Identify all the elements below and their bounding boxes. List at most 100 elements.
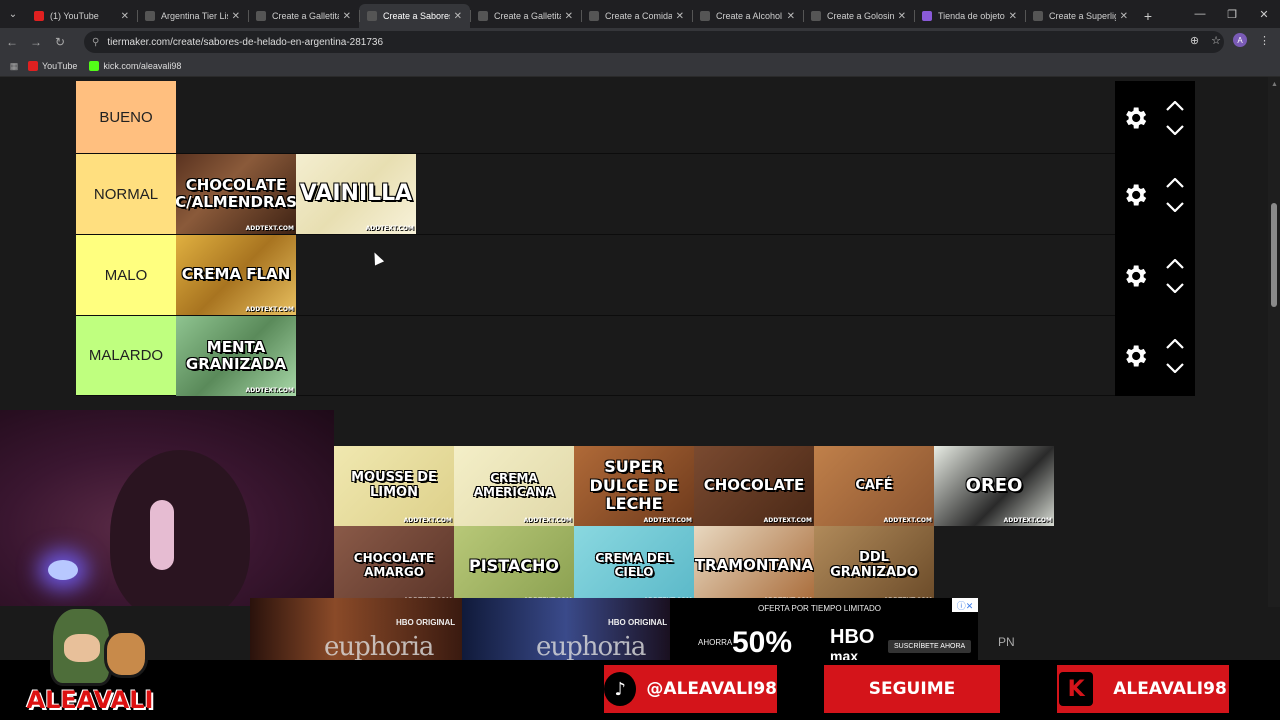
tier-label[interactable]: MALARDO <box>76 316 176 395</box>
gear-icon[interactable] <box>1115 104 1155 132</box>
zoom-icon[interactable]: ⊕ <box>1190 34 1199 47</box>
scrollbar-thumb[interactable] <box>1271 203 1277 307</box>
tier-item-card[interactable]: MENTA GRANIZADA ADDTEXT.COM <box>176 316 296 396</box>
tier-item-card[interactable]: CAFÉ ADDTEXT.COM <box>814 446 934 526</box>
ad-banner[interactable]: HBO ORIGINAL euphoria HBO ORIGINAL eupho… <box>250 598 978 660</box>
tier-item-card[interactable]: DDL GRANIZADOADDTEXT.COM <box>814 526 934 606</box>
tier-item-card[interactable]: SUPER DULCE DE LECHE ADDTEXT.COM <box>574 446 694 526</box>
tier-controls <box>1115 81 1195 154</box>
browser-menu-icon[interactable]: ⋮ <box>1259 34 1270 47</box>
chevron-up-icon[interactable] <box>1166 339 1184 349</box>
tier-item-card[interactable]: VAINILLA ADDTEXT.COM <box>296 154 416 234</box>
reload-icon[interactable]: ↻ <box>48 35 72 49</box>
browser-tab[interactable]: Argentina Tier Lis ✕ <box>137 4 248 28</box>
tier-item-card[interactable]: CHOCOLATE C/ALMENDRAS ADDTEXT.COM <box>176 154 296 234</box>
item-watermark: ADDTEXT.COM <box>883 517 932 525</box>
tier-label[interactable]: MALO <box>76 235 176 315</box>
tab-close-icon[interactable]: ✕ <box>898 11 906 22</box>
browser-tab[interactable]: Create a Golosina ✕ <box>803 4 914 28</box>
tab-close-icon[interactable]: ✕ <box>121 11 129 22</box>
back-icon[interactable]: ← <box>0 35 24 49</box>
ahorra-text: AHORRA <box>698 638 733 647</box>
bookmark-star-icon[interactable]: ☆ <box>1211 34 1221 47</box>
forward-icon[interactable]: → <box>24 35 48 49</box>
chevron-up-icon[interactable] <box>1166 177 1184 188</box>
item-label: TRAMONTANA <box>694 556 814 575</box>
minimize-icon[interactable]: — <box>1184 0 1216 28</box>
tab-close-icon[interactable]: ✕ <box>565 11 573 22</box>
item-label: CAFÉ <box>855 477 893 493</box>
gear-icon[interactable] <box>1115 181 1155 209</box>
ad-euphoria-1[interactable]: HBO ORIGINAL euphoria <box>250 598 462 660</box>
tier-item-card[interactable]: MOUSSE DE LIMON ADDTEXT.COM <box>334 446 454 526</box>
page-scrollbar[interactable]: ▲ <box>1268 77 1280 607</box>
tab-search-icon[interactable]: ⌄ <box>0 0 26 28</box>
tab-title: Create a Comida <box>605 11 672 21</box>
chevron-up-icon[interactable] <box>1166 258 1184 269</box>
euphoria-title: euphoria <box>536 632 646 660</box>
apps-grid-icon[interactable]: ▦ <box>0 61 28 72</box>
tier-items-zone[interactable] <box>176 81 1115 153</box>
site-info-icon[interactable]: ⚲ <box>92 37 99 48</box>
tab-close-icon[interactable]: ✕ <box>232 11 240 22</box>
tier-item-card[interactable]: CREMA AMERICANA ADDTEXT.COM <box>454 446 574 526</box>
item-label: DDL GRANIZADO <box>830 550 918 580</box>
tab-close-icon[interactable]: ✕ <box>1120 11 1128 22</box>
ad-info-icon[interactable]: ⓘ✕ <box>952 598 978 612</box>
chevron-down-icon[interactable] <box>1166 201 1184 212</box>
light-glow <box>48 560 78 580</box>
tier-items-zone[interactable]: CREMA FLAN ADDTEXT.COM <box>176 235 1115 315</box>
unranked-items-pool: MOUSSE DE LIMON ADDTEXT.COM CREMA AMERICAN… <box>334 446 1156 606</box>
item-watermark: ADDTEXT.COM <box>245 225 294 233</box>
item-label: PISTACHO <box>469 555 559 575</box>
ad-euphoria-2[interactable]: HBO ORIGINAL euphoria <box>462 598 670 660</box>
tab-close-icon[interactable]: ✕ <box>787 11 795 22</box>
tier-item-card[interactable]: TRAMONTANAADDTEXT.COM <box>694 526 814 606</box>
discount-percent: 50% <box>732 626 793 659</box>
browser-tab[interactable]: Create a Comida ✕ <box>581 4 692 28</box>
tab-close-icon[interactable]: ✕ <box>343 11 351 22</box>
bookmark-item[interactable]: YouTube <box>28 61 77 71</box>
hbomax-logo: HBO max <box>830 627 874 660</box>
browser-tab[interactable]: Create a Alcohol ✕ <box>692 4 803 28</box>
tier-item-card[interactable]: CHOCOLATE AMARGOADDTEXT.COM <box>334 526 454 606</box>
browser-tab[interactable]: Create a Galletita ✕ <box>248 4 359 28</box>
webcam-overlay <box>0 410 334 606</box>
ad-hbomax-offer[interactable]: OFERTA POR TIEMPO LIMITADO AHORRA 50% HB… <box>670 598 978 660</box>
browser-tab[interactable]: Tienda de objeto ✕ <box>914 4 1025 28</box>
browser-tab[interactable]: Create a Superlig ✕ <box>1025 4 1136 28</box>
tab-close-icon[interactable]: ✕ <box>676 11 684 22</box>
chevron-down-icon[interactable] <box>1166 282 1184 293</box>
profile-avatar[interactable]: A <box>1233 33 1247 47</box>
tier-items-zone[interactable]: CHOCOLATE C/ALMENDRAS ADDTEXT.COM VAINILLA… <box>176 154 1115 234</box>
tab-close-icon[interactable]: ✕ <box>1009 11 1017 22</box>
tier-label[interactable]: BUENO <box>76 81 176 153</box>
restore-icon[interactable]: ❐ <box>1216 0 1248 28</box>
browser-tab[interactable]: Create a Galletita ✕ <box>470 4 581 28</box>
browser-tab[interactable]: (1) YouTube ✕ <box>26 4 137 28</box>
gear-icon[interactable] <box>1115 342 1155 370</box>
url-field[interactable]: ⚲ tiermaker.com/create/sabores-de-helado… <box>84 31 1224 53</box>
chevron-down-icon[interactable] <box>1166 363 1184 373</box>
tier-item-card[interactable]: CHOCOLATE ADDTEXT.COM <box>694 446 814 526</box>
tab-close-icon[interactable]: ✕ <box>454 11 462 22</box>
gear-icon[interactable] <box>1115 262 1155 290</box>
tier-item-card[interactable]: OREO ADDTEXT.COM <box>934 446 1054 526</box>
tab-title: (1) YouTube <box>50 11 99 21</box>
tier-item-card[interactable]: PISTACHOADDTEXT.COM <box>454 526 574 606</box>
chevron-up-icon[interactable] <box>1166 100 1184 111</box>
chevron-down-icon[interactable] <box>1166 124 1184 135</box>
tier-item-card[interactable]: CREMA FLAN ADDTEXT.COM <box>176 235 296 315</box>
new-tab-button[interactable]: + <box>1136 4 1160 28</box>
close-window-icon[interactable]: ✕ <box>1248 0 1280 28</box>
tier-label[interactable]: NORMAL <box>76 154 176 234</box>
tier-item-card[interactable]: CREMA DEL CIELOADDTEXT.COM <box>574 526 694 606</box>
subscribe-button[interactable]: SUSCRÍBETE AHORA <box>888 640 972 653</box>
bookmark-item[interactable]: kick.com/aleavali98 <box>89 61 181 71</box>
tier-controls <box>1115 316 1195 396</box>
tier-items-zone[interactable]: MENTA GRANIZADA ADDTEXT.COM <box>176 316 1115 396</box>
scroll-up-icon[interactable]: ▲ <box>1271 81 1278 88</box>
item-watermark: ADDTEXT.COM <box>763 517 812 525</box>
streamer-silhouette <box>110 450 250 606</box>
browser-tab[interactable]: Create a Sabores ✕ <box>359 4 470 28</box>
